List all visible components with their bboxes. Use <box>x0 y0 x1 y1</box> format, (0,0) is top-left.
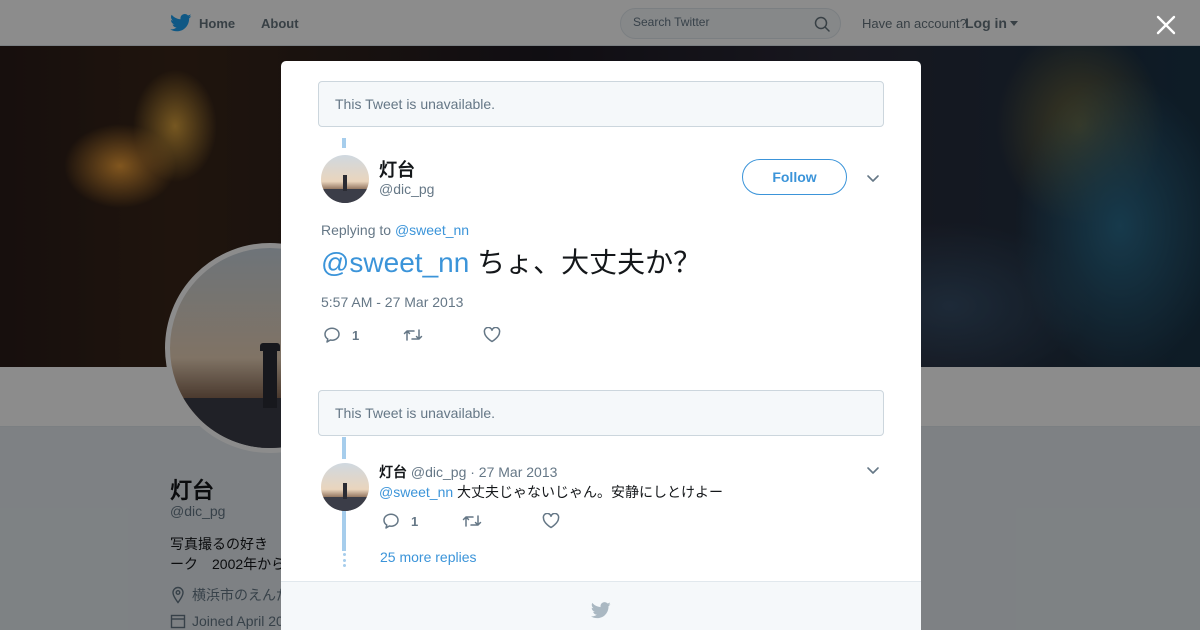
replying-to-link[interactable]: @sweet_nn <box>395 222 469 238</box>
tweet-actions: 1 <box>323 326 501 344</box>
reply-button[interactable]: 1 <box>323 326 403 344</box>
reply-mention-link[interactable]: @sweet_nn <box>379 484 453 500</box>
tweet-permalink-modal: This Tweet is unavailable. 灯台 @dic_pg Fo… <box>281 61 921 630</box>
reply-actions: 1 <box>382 512 560 530</box>
thread-more-dots <box>342 553 346 567</box>
reply-icon <box>383 513 399 529</box>
tweet-author-handle[interactable]: @dic_pg <box>379 181 434 197</box>
like-button[interactable] <box>542 513 560 529</box>
retweet-button[interactable] <box>462 513 542 529</box>
tweet-author-avatar[interactable] <box>321 155 369 203</box>
retweet-button[interactable] <box>403 327 483 343</box>
tweet-body: ちょ、大丈夫か？ <box>477 247 702 278</box>
retweet-icon <box>403 329 423 341</box>
replying-to: Replying to @sweet_nn <box>321 222 469 238</box>
replying-to-prefix: Replying to <box>321 222 392 238</box>
unavailable-tweet-notice: This Tweet is unavailable. <box>318 390 884 436</box>
reply-header: 灯台 @dic_pg · 27 Mar 2013 <box>379 462 557 482</box>
tweet-timestamp[interactable]: 5:57 AM - 27 Mar 2013 <box>321 294 463 310</box>
follow-button[interactable]: Follow <box>742 159 847 195</box>
reply-count: 1 <box>411 513 419 529</box>
reply-text: @sweet_nn 大丈夫じゃないじゃん。安静にしとけよー <box>379 482 723 502</box>
reply-author-handle[interactable]: @dic_pg <box>411 464 466 480</box>
reply-icon <box>324 327 340 343</box>
reply-count: 1 <box>352 327 360 343</box>
unavailable-tweet-notice: This Tweet is unavailable. <box>318 81 884 127</box>
thread-connector <box>342 138 346 148</box>
heart-icon <box>483 327 501 343</box>
close-icon[interactable] <box>1154 13 1178 37</box>
tweet-mention-link[interactable]: @sweet_nn <box>321 247 469 278</box>
chevron-down-icon[interactable] <box>865 462 881 478</box>
tweet-text: @sweet_nn ちょ、大丈夫か？ <box>321 245 701 281</box>
heart-icon <box>542 513 560 529</box>
modal-footer <box>281 581 921 630</box>
more-replies-link[interactable]: 25 more replies <box>380 549 477 565</box>
reply-author-name[interactable]: 灯台 <box>379 464 407 480</box>
like-button[interactable] <box>483 327 501 343</box>
thread-connector <box>342 437 346 459</box>
twitter-bird-icon <box>591 602 611 619</box>
reply-button[interactable]: 1 <box>382 512 462 530</box>
tweet-author-name[interactable]: 灯台 <box>379 156 415 182</box>
reply-author-avatar[interactable] <box>321 463 369 511</box>
retweet-icon <box>462 515 482 527</box>
thread-connector <box>342 511 346 551</box>
reply-body: 大丈夫じゃないじゃん。安静にしとけよー <box>457 484 724 500</box>
reply-date[interactable]: · 27 Mar 2013 <box>470 464 557 480</box>
chevron-down-icon[interactable] <box>865 170 881 186</box>
